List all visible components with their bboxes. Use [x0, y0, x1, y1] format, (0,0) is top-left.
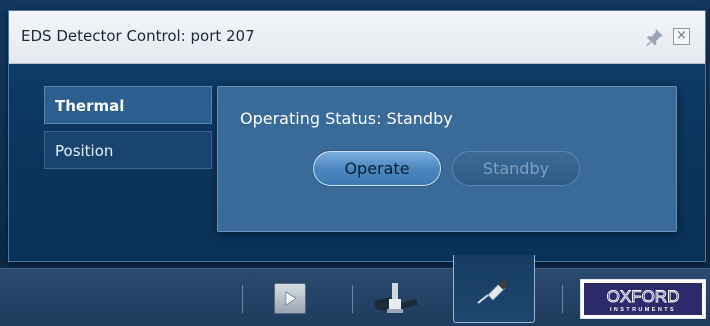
- play-button[interactable]: [274, 283, 306, 314]
- toolbar-separator: [562, 285, 563, 313]
- standby-button: Standby: [452, 151, 580, 186]
- logo-mark: OXFORD INSTRUMENTS: [606, 287, 680, 313]
- tab-thermal-label: Thermal: [55, 97, 125, 115]
- bottom-toolbar: OXFORD INSTRUMENTS: [0, 255, 710, 326]
- tab-thermal[interactable]: Thermal: [44, 86, 212, 124]
- pin-icon[interactable]: [645, 27, 665, 47]
- detector-tab[interactable]: [453, 255, 535, 323]
- svg-text:OXFORD: OXFORD: [607, 287, 680, 306]
- thermal-popup: Operating Status: Standby Operate Standb…: [217, 86, 677, 232]
- play-icon: [285, 291, 297, 306]
- svg-text:INSTRUMENTS: INSTRUMENTS: [610, 307, 676, 313]
- tab-position-label: Position: [55, 142, 114, 160]
- panel-titlebar: EDS Detector Control: port 207 ×: [9, 11, 705, 64]
- operating-status-text: Operating Status: Standby: [240, 109, 453, 128]
- logo-inner: OXFORD INSTRUMENTS: [584, 283, 702, 315]
- stage-icon: [374, 283, 418, 313]
- toolbar-separator: [242, 285, 243, 313]
- operate-button-label: Operate: [344, 159, 410, 178]
- tab-position[interactable]: Position: [44, 131, 212, 169]
- operate-button[interactable]: Operate: [313, 151, 441, 186]
- detector-icon: [477, 278, 509, 304]
- panel-title: EDS Detector Control: port 207: [21, 27, 255, 45]
- stage-button[interactable]: [370, 279, 422, 321]
- close-button[interactable]: ×: [673, 28, 690, 45]
- standby-button-label: Standby: [482, 159, 550, 178]
- close-icon: ×: [676, 28, 687, 43]
- toolbar-separator: [352, 285, 353, 313]
- oxford-instruments-logo: OXFORD INSTRUMENTS: [580, 279, 706, 319]
